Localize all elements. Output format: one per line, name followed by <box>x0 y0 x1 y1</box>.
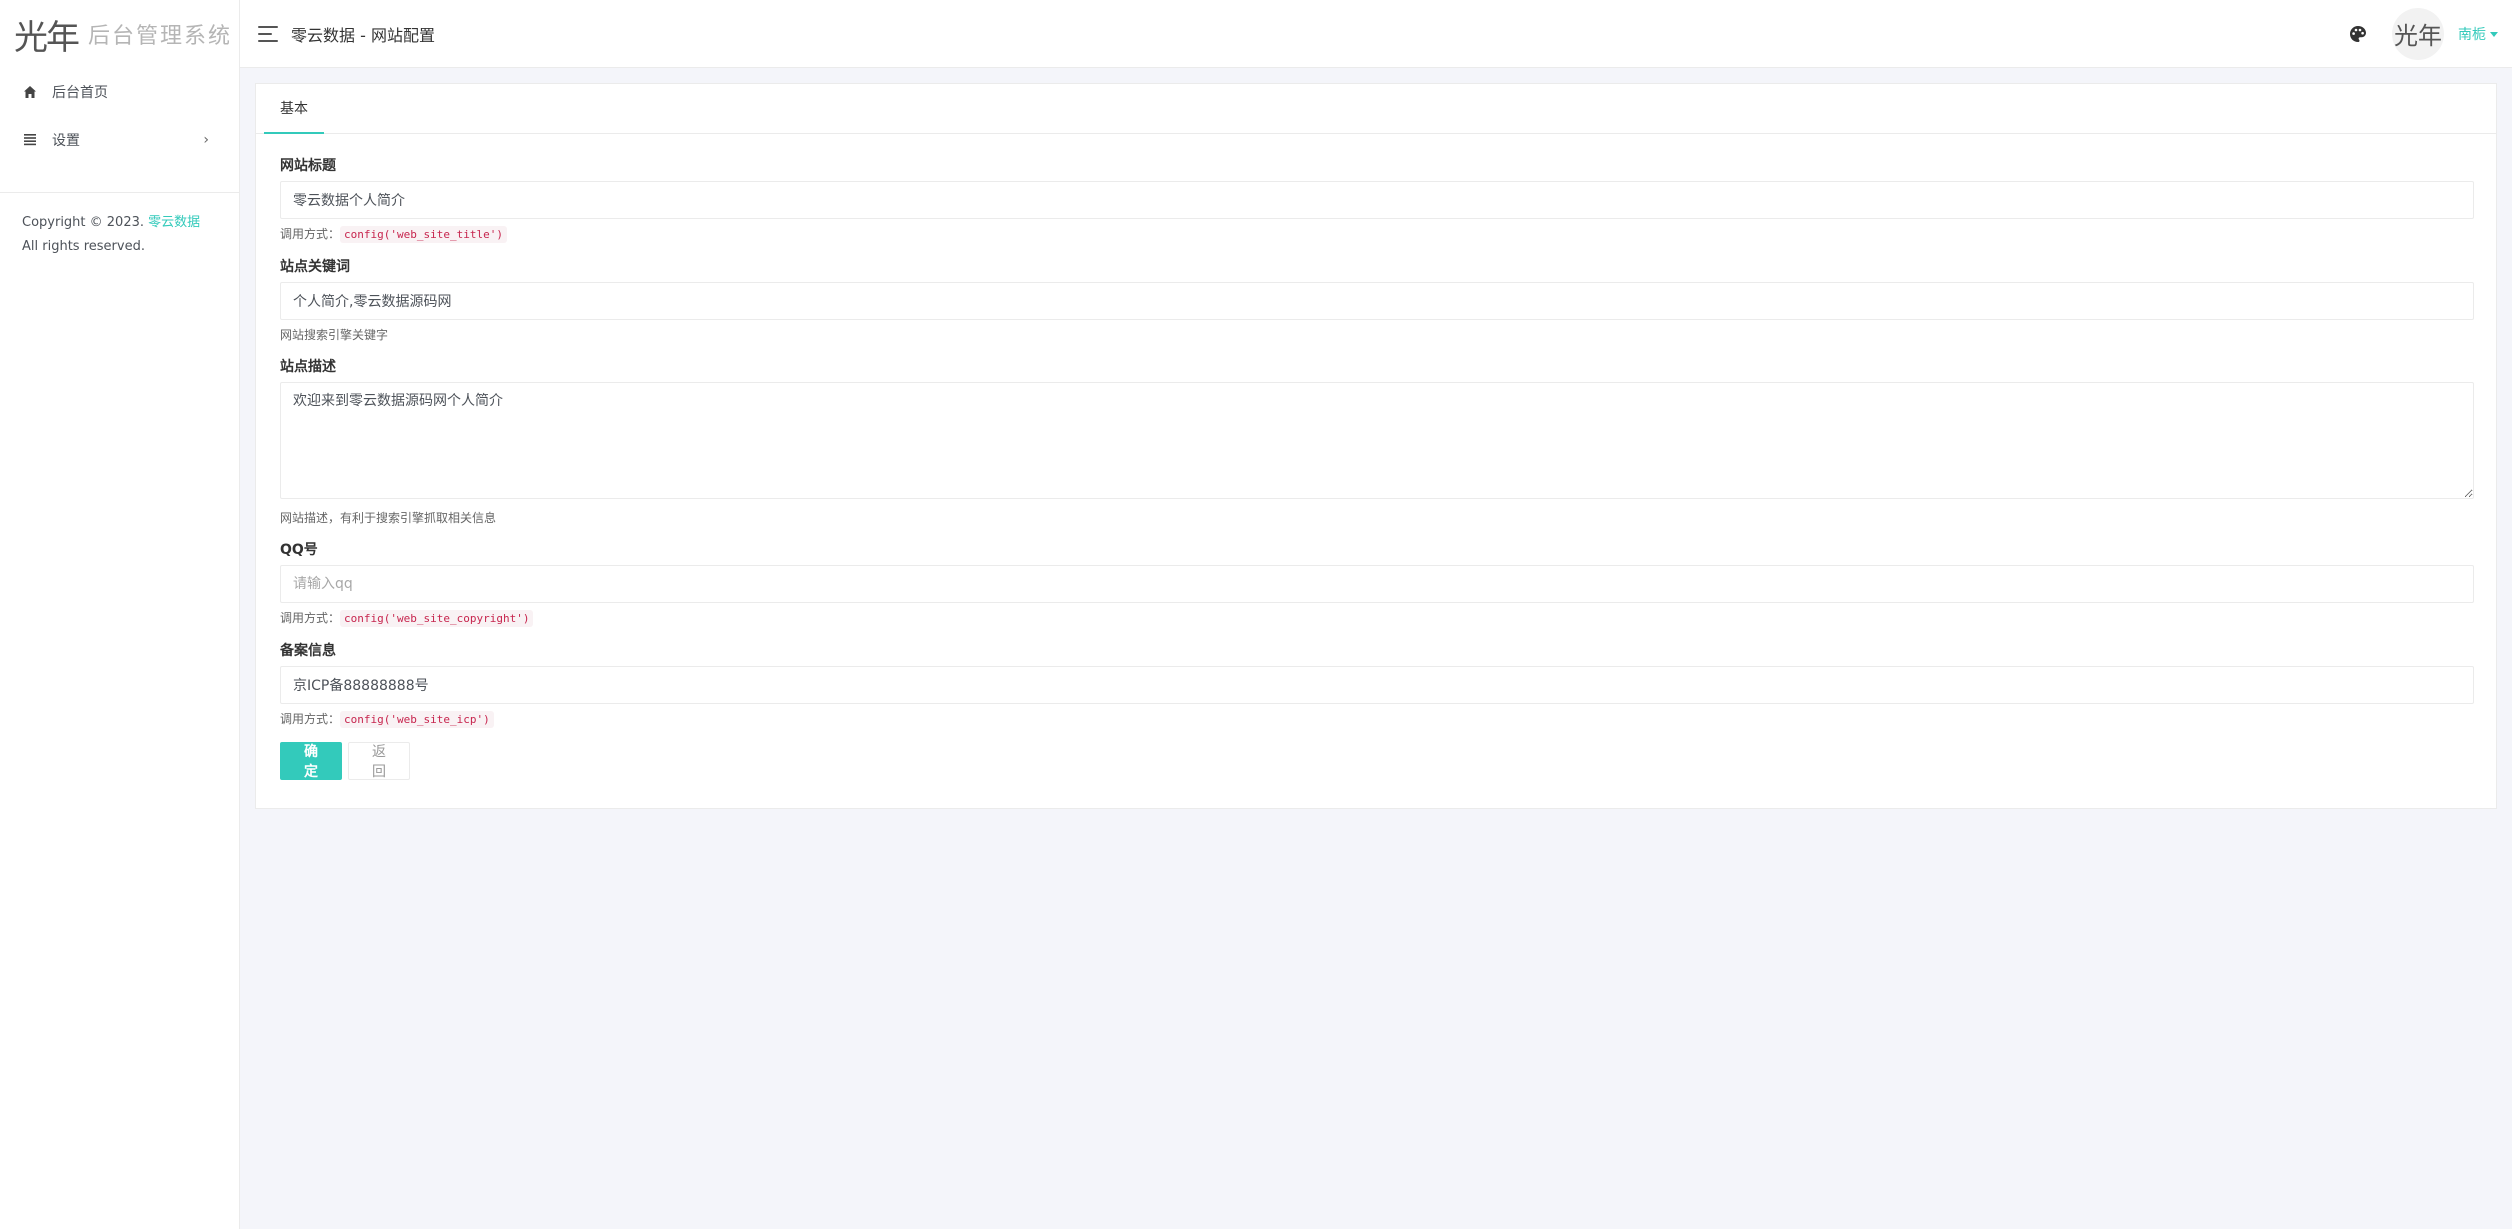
field-description: 站点描述 欢迎来到零云数据源码网个人简介 网站描述，有利于搜索引擎抓取相关信息 <box>280 357 2474 527</box>
description-textarea[interactable]: 欢迎来到零云数据源码网个人简介 <box>280 382 2474 499</box>
sidebar-item-settings[interactable]: 设置 › <box>0 116 239 164</box>
field-label: 备案信息 <box>280 643 336 659</box>
form-actions: 确 定 返 回 <box>280 742 2472 780</box>
copyright-prefix: Copyright © 2023. <box>22 215 149 230</box>
icp-input[interactable] <box>280 666 2474 704</box>
copyright: Copyright © 2023. 零云数据 All rights reserv… <box>0 192 239 277</box>
avatar[interactable]: 光年 <box>2392 7 2444 60</box>
help-prefix: 调用方式： <box>280 227 341 241</box>
tabs: 基本 <box>256 84 2496 134</box>
menu-toggle-icon[interactable] <box>258 25 278 42</box>
site-title-input[interactable] <box>280 181 2474 219</box>
copyright-suffix: All rights reserved. <box>22 239 145 254</box>
field-help: 调用方式： config('web_site_copyright') <box>280 609 2472 628</box>
field-label: 站点描述 <box>280 359 336 375</box>
field-label: 网站标题 <box>280 158 336 174</box>
field-icp: 备案信息 调用方式：config('web_site_icp') <box>280 641 2474 729</box>
field-label: 站点关键词 <box>280 259 350 275</box>
copyright-link[interactable]: 零云数据 <box>148 215 200 230</box>
page-title: 零云数据 - 网站配置 <box>291 25 435 45</box>
sidebar: 光年 后台管理系统 后台首页 设置 › Copyright © 2023. 零云… <box>0 0 240 1229</box>
settings-form: 网站标题 调用方式：config('web_site_title') 站点关键词… <box>256 134 2496 780</box>
home-icon <box>22 84 38 100</box>
logo[interactable]: 光年 后台管理系统 <box>0 0 239 68</box>
field-label: QQ号 <box>280 542 318 558</box>
sidebar-nav: 后台首页 设置 › <box>0 68 239 164</box>
field-help: 调用方式： config('web_site_icp') <box>280 710 2472 729</box>
user-menu[interactable]: 南栀 <box>2458 24 2498 44</box>
help-code: config('web_site_title') <box>340 226 507 243</box>
sidebar-item-home[interactable]: 后台首页 <box>0 68 239 116</box>
help-code: config('web_site_copyright') <box>340 610 534 627</box>
keywords-input[interactable] <box>280 282 2474 320</box>
tab-basic[interactable]: 基本 <box>264 84 324 134</box>
topbar-right: 光年 南栀 <box>2348 7 2498 60</box>
field-help: 调用方式： config('web_site_title') <box>280 225 2472 244</box>
logo-mark: 光年 <box>14 17 80 58</box>
username: 南栀 <box>2458 26 2486 43</box>
field-qq: QQ号 调用方式：config('web_site_copyright') <box>280 540 2474 628</box>
qq-input[interactable] <box>280 565 2474 603</box>
logo-system-name: 后台管理系统 <box>88 24 233 49</box>
topbar: 零云数据 - 网站配置 光年 南栀 <box>240 0 2512 68</box>
help-code: config('web_site_icp') <box>340 711 494 728</box>
sidebar-item-label: 后台首页 <box>52 85 108 101</box>
field-keywords: 站点关键词 网站搜索引擎关键字 <box>280 257 2474 344</box>
help-prefix: 调用方式： <box>280 712 341 726</box>
sidebar-item-label: 设置 <box>52 133 80 149</box>
list-icon <box>22 132 38 148</box>
field-help: 网站描述，有利于搜索引擎抓取相关信息 <box>280 511 497 525</box>
back-button[interactable]: 返 回 <box>348 742 410 780</box>
settings-card: 基本 网站标题 调用方式：config('web_site_title') 站点… <box>255 83 2497 809</box>
caret-down-icon <box>2490 32 2498 37</box>
help-prefix: 调用方式： <box>280 611 341 625</box>
field-help: 网站搜索引擎关键字 <box>280 328 389 342</box>
chevron-right-icon: › <box>203 132 209 148</box>
palette-icon[interactable] <box>2348 24 2368 44</box>
submit-button[interactable]: 确 定 <box>280 742 342 780</box>
field-site-title: 网站标题 调用方式：config('web_site_title') <box>280 156 2474 244</box>
